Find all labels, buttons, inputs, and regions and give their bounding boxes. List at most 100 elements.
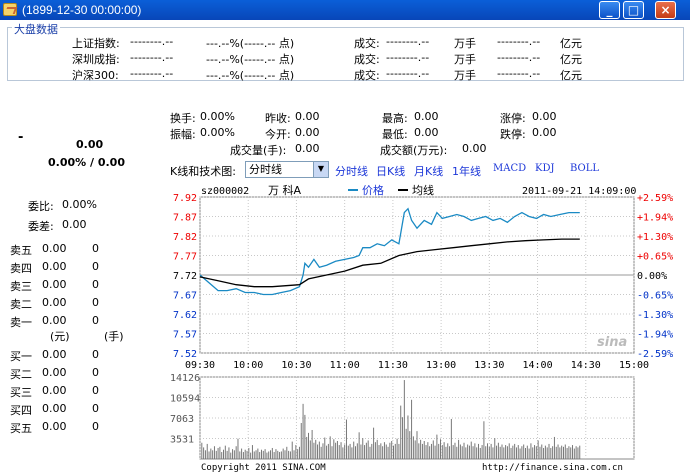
quote-dash: - [18, 130, 24, 145]
sell-level-2-qty: 0 [92, 260, 99, 273]
tab-boll[interactable]: BOLL [570, 163, 599, 174]
price-tick-label: 7.57 [173, 330, 197, 341]
sell-level-1-qty: 0 [92, 242, 99, 255]
buy-level-5-price: 0.00 [42, 420, 67, 433]
minimize-button[interactable]: _ [599, 1, 620, 19]
limit-up-label: 涨停: [500, 112, 526, 125]
tab-yearly[interactable]: 1年线 [452, 163, 481, 179]
market-row-2-vol-unit: 万手 [454, 69, 476, 82]
market-row-2-val: --------.-- [130, 67, 174, 80]
tab-monthly-k[interactable]: 月K线 [414, 163, 443, 179]
sell-level-5-qty: 0 [92, 314, 99, 327]
buy-level-3-label: 买三 [10, 386, 32, 399]
market-legend: 大盘数据 [12, 21, 60, 37]
market-row-2-vol: --------.-- [386, 67, 430, 80]
sell-level-3-price: 0.00 [42, 278, 67, 291]
quote-change: 0.00% / 0.00 [48, 156, 125, 169]
limit-down-value: 0.00 [532, 126, 557, 139]
open-label: 今开: [265, 128, 291, 141]
time-tick-label: 15:00 [619, 360, 649, 371]
pct-tick-label: 0.00% [637, 271, 667, 282]
time-tick-label: 10:30 [281, 360, 311, 371]
price-series-line [199, 207, 580, 296]
market-row-1-amt: --------.-- [497, 51, 541, 64]
order-ratio-value: 0.00% [62, 198, 97, 211]
time-tick-label: 10:00 [233, 360, 263, 371]
price-tick-label: 7.87 [173, 213, 197, 224]
volume-value: 0.00 [295, 142, 320, 155]
pct-tick-label: -2.59% [637, 349, 673, 360]
close-button[interactable]: × [655, 1, 676, 19]
sell-level-5-label: 卖一 [10, 316, 32, 329]
buy-level-5-label: 买五 [10, 422, 32, 435]
volume-tick-label: 7063 [170, 414, 194, 425]
tab-macd[interactable]: MACD [493, 163, 526, 174]
time-tick-label: 14:00 [523, 360, 553, 371]
buy-level-4-price: 0.00 [42, 402, 67, 415]
pct-tick-label: -1.30% [637, 310, 673, 321]
time-tick-label: 11:30 [378, 360, 408, 371]
market-row-0-vol: --------.-- [386, 35, 430, 48]
sell-level-3-qty: 0 [92, 278, 99, 291]
quote-price: 0.00 [76, 138, 104, 151]
price-tick-label: 7.67 [173, 291, 197, 302]
buy-level-2-price: 0.00 [42, 366, 67, 379]
market-row-2-deal-label: 成交: [354, 69, 380, 82]
tab-kdj[interactable]: KDJ [535, 163, 555, 174]
buy-level-4-qty: 0 [92, 402, 99, 415]
market-row-2-amt-unit: 亿元 [560, 69, 582, 82]
buy-level-2-label: 买二 [10, 368, 32, 381]
market-row-1-vol-unit: 万手 [454, 53, 476, 66]
time-tick-label: 11:00 [330, 360, 360, 371]
pct-tick-label: +2.59% [637, 193, 673, 204]
price-tick-label: 7.77 [173, 252, 197, 263]
market-row-1-deal-label: 成交: [354, 53, 380, 66]
amplitude-label: 振幅: [170, 128, 196, 141]
amount-label: 成交额(万元): [380, 144, 448, 157]
tab-daily-k[interactable]: 日K线 [376, 163, 405, 179]
chart-type-select[interactable]: 分时线 ▼ [245, 161, 329, 178]
maximize-button[interactable]: □ [623, 1, 644, 19]
time-tick-label: 14:30 [571, 360, 601, 371]
sell-level-2-price: 0.00 [42, 260, 67, 273]
amount-value: 0.00 [462, 142, 487, 155]
sell-level-4-qty: 0 [92, 296, 99, 309]
tab-intraday[interactable]: 分时线 [335, 163, 368, 179]
amplitude-value: 0.00% [200, 126, 235, 139]
chevron-down-icon[interactable]: ▼ [313, 162, 328, 177]
market-row-1-amt-unit: 亿元 [560, 53, 582, 66]
volume-tick-label: 10594 [170, 394, 200, 405]
window-title: (1899-12-30 00:00:00) [22, 3, 142, 17]
buy-level-3-qty: 0 [92, 384, 99, 397]
turnover-label: 换手: [170, 112, 196, 125]
high-value: 0.00 [414, 110, 439, 123]
pct-tick-label: +1.94% [637, 213, 673, 224]
price-legend-label: 价格 [362, 183, 384, 197]
volume-label: 成交量(手): [230, 144, 287, 157]
open-value: 0.00 [295, 126, 320, 139]
chart-datetime: 2011-09-21 14:09:00 [522, 186, 636, 197]
sell-level-2-label: 卖四 [10, 262, 32, 275]
sell-level-4-price: 0.00 [42, 296, 67, 309]
market-row-2-name: 沪深300: [72, 69, 119, 82]
order-diff-value: 0.00 [62, 218, 87, 231]
pct-tick-label: +0.65% [637, 252, 673, 263]
buy-level-2-qty: 0 [92, 366, 99, 379]
copyright-text: Copyright 2011 SINA.COM [201, 463, 326, 473]
market-row-0-vol-unit: 万手 [454, 37, 476, 50]
stock-code: sz000002 [201, 186, 249, 197]
pct-tick-label: +1.30% [637, 232, 673, 243]
buy-level-1-price: 0.00 [42, 348, 67, 361]
stock-name: 万 科A [268, 183, 301, 197]
price-tick-label: 7.52 [173, 349, 197, 360]
market-row-1-vol: --------.-- [386, 51, 430, 64]
title-bar: (1899-12-30 00:00:00) _ □ × [0, 0, 690, 20]
volume-tick-label: 14126 [170, 373, 200, 384]
time-tick-label: 13:00 [426, 360, 456, 371]
order-diff-label: 委差: [28, 220, 54, 233]
limit-up-value: 0.00 [532, 110, 557, 123]
buy-level-4-label: 买四 [10, 404, 32, 417]
market-row-0-val: --------.-- [130, 35, 174, 48]
avg-series-line [199, 238, 580, 288]
sell-level-4-label: 卖二 [10, 298, 32, 311]
